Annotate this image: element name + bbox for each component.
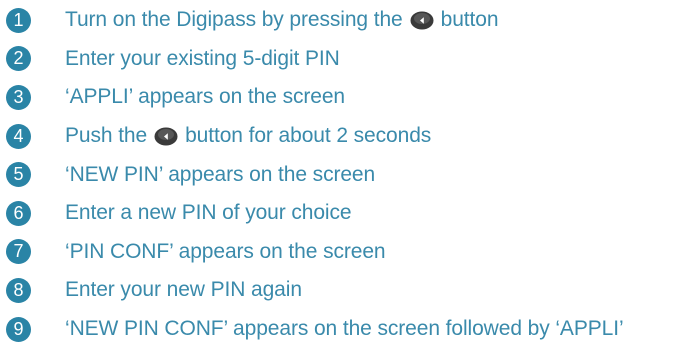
step-text: Enter your new PIN again — [65, 278, 302, 302]
step-item: 7 ‘PIN CONF’ appears on the screen — [0, 233, 694, 272]
step-text: ‘PIN CONF’ appears on the screen — [65, 240, 386, 264]
step-number-badge: 2 — [6, 46, 31, 72]
step-text-before: Enter your new PIN again — [65, 278, 302, 302]
step-item: 1 Turn on the Digipass by pressing the b… — [0, 1, 694, 40]
step-text-before: ‘NEW PIN CONF’ appears on the screen fol… — [65, 317, 624, 341]
step-text-before: Push the — [65, 124, 148, 148]
step-item: 2 Enter your existing 5-digit PIN — [0, 40, 694, 79]
step-item: 8 Enter your new PIN again — [0, 271, 694, 310]
step-item: 3 ‘APPLI’ appears on the screen — [0, 78, 694, 117]
step-text: ‘NEW PIN’ appears on the screen — [65, 163, 375, 187]
step-text-before: Enter a new PIN of your choice — [65, 201, 352, 225]
step-number-badge: 8 — [6, 277, 31, 303]
step-item: 6 Enter a new PIN of your choice — [0, 194, 694, 233]
step-text: ‘APPLI’ appears on the screen — [65, 85, 345, 109]
step-text-before: Enter your existing 5-digit PIN — [65, 46, 340, 70]
digipass-button-icon — [154, 127, 178, 146]
step-text: Enter a new PIN of your choice — [65, 201, 352, 225]
step-text: ‘NEW PIN CONF’ appears on the screen fol… — [65, 317, 624, 341]
step-text: Enter your existing 5-digit PIN — [65, 47, 340, 71]
step-item: 9 ‘NEW PIN CONF’ appears on the screen f… — [0, 310, 694, 349]
step-text-after: button — [440, 8, 499, 32]
step-item: 4 Push the button for about 2 seconds — [0, 117, 694, 156]
step-number-badge: 9 — [6, 316, 31, 342]
step-number-badge: 5 — [6, 162, 31, 188]
instruction-steps-list: 1 Turn on the Digipass by pressing the b… — [0, 1, 694, 348]
step-number-badge: 4 — [6, 123, 31, 149]
step-number-badge: 3 — [6, 84, 31, 110]
step-text-before: ‘NEW PIN’ appears on the screen — [65, 162, 376, 186]
step-text: Push the button for about 2 seconds — [65, 124, 431, 148]
step-text-before: Turn on the Digipass by pressing the — [65, 8, 403, 32]
step-text-before: ‘PIN CONF’ appears on the screen — [65, 239, 386, 263]
step-text-after: button for about 2 seconds — [185, 124, 432, 148]
step-item: 5 ‘NEW PIN’ appears on the screen — [0, 155, 694, 194]
step-number-badge: 6 — [6, 200, 31, 226]
step-text-before: ‘APPLI’ appears on the screen — [65, 85, 345, 109]
step-number-badge: 1 — [6, 7, 31, 33]
step-text: Turn on the Digipass by pressing the but… — [65, 8, 499, 32]
digipass-button-icon — [410, 11, 434, 30]
step-number-badge: 7 — [6, 239, 31, 265]
